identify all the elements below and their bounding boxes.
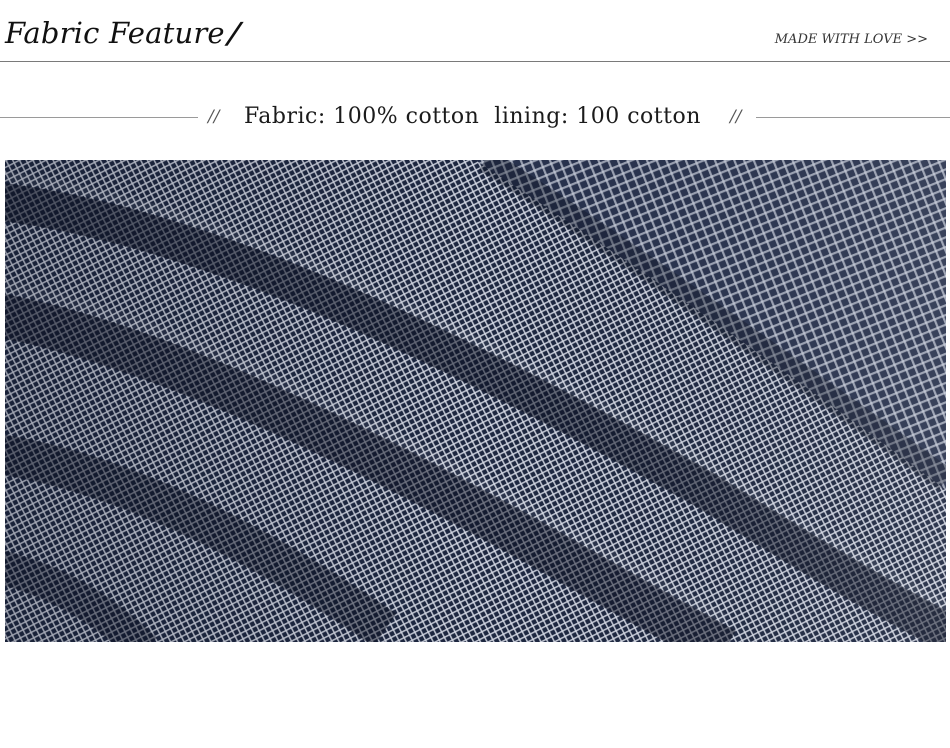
right-divider [756,117,950,118]
fabric-spec-text: Fabric: 100% cotton lining: 100 cotton [244,104,701,129]
tagline: MADE WITH LOVE >> [774,32,928,47]
left-slash-mark: // [208,107,220,127]
left-divider [0,117,198,118]
fabric-spec-row: // Fabric: 100% cotton lining: 100 cotto… [0,100,950,136]
title-slash-mark: / [222,16,246,50]
fabric-closeup-image [5,160,946,642]
right-slash-mark: // [730,107,742,127]
page-title-text: Fabric Feature [5,16,225,50]
header: Fabric Feature/ MADE WITH LOVE >> [0,0,950,62]
fabric-texture-graphic [5,160,946,642]
page-title: Fabric Feature/ [5,16,246,50]
